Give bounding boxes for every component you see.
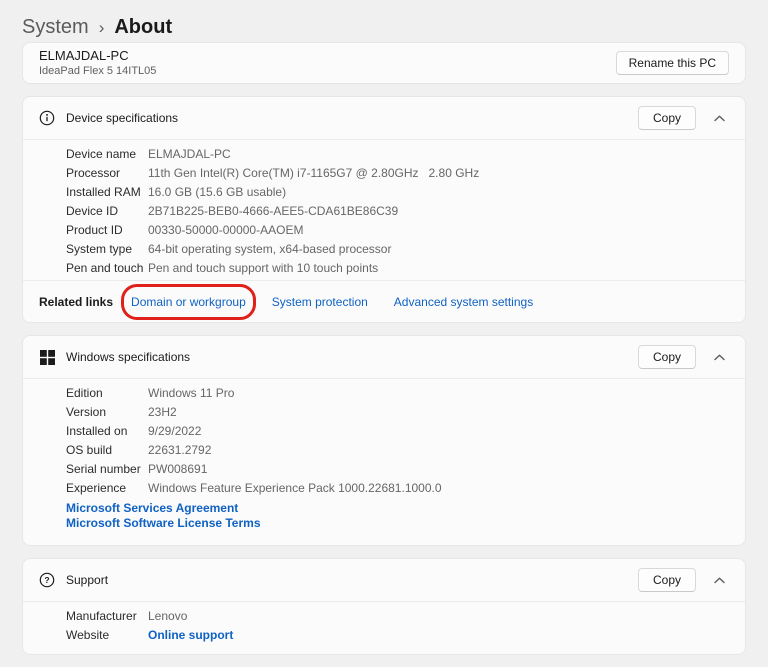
spec-row: Installed RAM16.0 GB (15.6 GB usable) [66, 183, 729, 202]
chevron-up-icon [714, 354, 725, 361]
spec-row: Device ID2B71B225-BEB0-4666-AEE5-CDA61BE… [66, 202, 729, 221]
manufacturer-value: Lenovo [148, 607, 187, 626]
spec-row: Installed on9/29/2022 [66, 422, 729, 441]
support-header[interactable]: ? Support Copy [23, 559, 745, 601]
spec-row: Version23H2 [66, 403, 729, 422]
pc-name: ELMAJDAL-PC [39, 48, 156, 64]
spec-row: Device nameELMAJDAL-PC [66, 145, 729, 164]
question-icon: ? [39, 572, 55, 588]
spec-row: Website Online support [66, 626, 729, 645]
windows-specifications-title: Windows specifications [66, 350, 638, 364]
system-protection-link[interactable]: System protection [272, 295, 368, 309]
support-title: Support [66, 573, 638, 587]
chevron-up-icon [714, 577, 725, 584]
domain-or-workgroup-link[interactable]: Domain or workgroup [131, 295, 246, 309]
spec-row: Product ID00330-50000-00000-AAOEM [66, 221, 729, 240]
microsoft-services-agreement-link[interactable]: Microsoft Services Agreement [66, 501, 729, 516]
spec-row: Pen and touchPen and touch support with … [66, 259, 729, 278]
advanced-system-settings-link[interactable]: Advanced system settings [394, 295, 533, 309]
device-specifications-content: Device nameELMAJDAL-PC Processor11th Gen… [23, 139, 745, 280]
breadcrumb-chevron-icon: › [99, 17, 105, 38]
spec-row: Processor11th Gen Intel(R) Core(TM) i7-1… [66, 164, 729, 183]
spec-row: OS build22631.2792 [66, 441, 729, 460]
device-specs-copy-button[interactable]: Copy [638, 106, 696, 130]
windows-specifications-header[interactable]: Windows specifications Copy [23, 336, 745, 378]
support-card: ? Support Copy Manufacturer Lenovo Websi… [22, 558, 746, 655]
page-title: About [114, 16, 172, 39]
svg-text:?: ? [44, 575, 49, 585]
device-specs-collapse-button[interactable] [710, 113, 729, 124]
pc-model: IdeaPad Flex 5 14ITL05 [39, 64, 156, 78]
breadcrumb-system[interactable]: System [22, 16, 89, 39]
spec-row: System type64-bit operating system, x64-… [66, 240, 729, 259]
pc-name-card: ELMAJDAL-PC IdeaPad Flex 5 14ITL05 Renam… [22, 42, 746, 84]
rename-pc-button[interactable]: Rename this PC [616, 51, 729, 75]
website-label: Website [66, 626, 148, 645]
related-links-row: Related links Domain or workgroup System… [23, 280, 745, 322]
support-copy-button[interactable]: Copy [638, 568, 696, 592]
support-collapse-button[interactable] [710, 575, 729, 586]
pc-identity: ELMAJDAL-PC IdeaPad Flex 5 14ITL05 [39, 48, 156, 78]
breadcrumb: System › About [22, 0, 746, 42]
windows-specifications-card: Windows specifications Copy EditionWindo… [22, 335, 746, 546]
info-icon [39, 110, 55, 126]
windows-specs-copy-button[interactable]: Copy [638, 345, 696, 369]
device-specifications-header[interactable]: Device specifications Copy [23, 97, 745, 139]
windows-specs-collapse-button[interactable] [710, 352, 729, 363]
microsoft-software-license-terms-link[interactable]: Microsoft Software License Terms [66, 516, 729, 531]
chevron-up-icon [714, 115, 725, 122]
manufacturer-label: Manufacturer [66, 607, 148, 626]
support-content: Manufacturer Lenovo Website Online suppo… [23, 601, 745, 654]
device-specifications-title: Device specifications [66, 111, 638, 125]
spec-row: Manufacturer Lenovo [66, 607, 729, 626]
windows-specifications-content: EditionWindows 11 Pro Version23H2 Instal… [23, 378, 745, 545]
spec-row: Serial numberPW008691 [66, 460, 729, 479]
windows-logo-icon [39, 349, 55, 365]
related-links-label: Related links [39, 295, 113, 309]
spec-row: EditionWindows 11 Pro [66, 384, 729, 403]
online-support-link[interactable]: Online support [148, 626, 233, 645]
spec-row: ExperienceWindows Feature Experience Pac… [66, 479, 729, 498]
device-specifications-card: Device specifications Copy Device nameEL… [22, 96, 746, 323]
about-settings-page: System › About ELMAJDAL-PC IdeaPad Flex … [0, 0, 768, 655]
